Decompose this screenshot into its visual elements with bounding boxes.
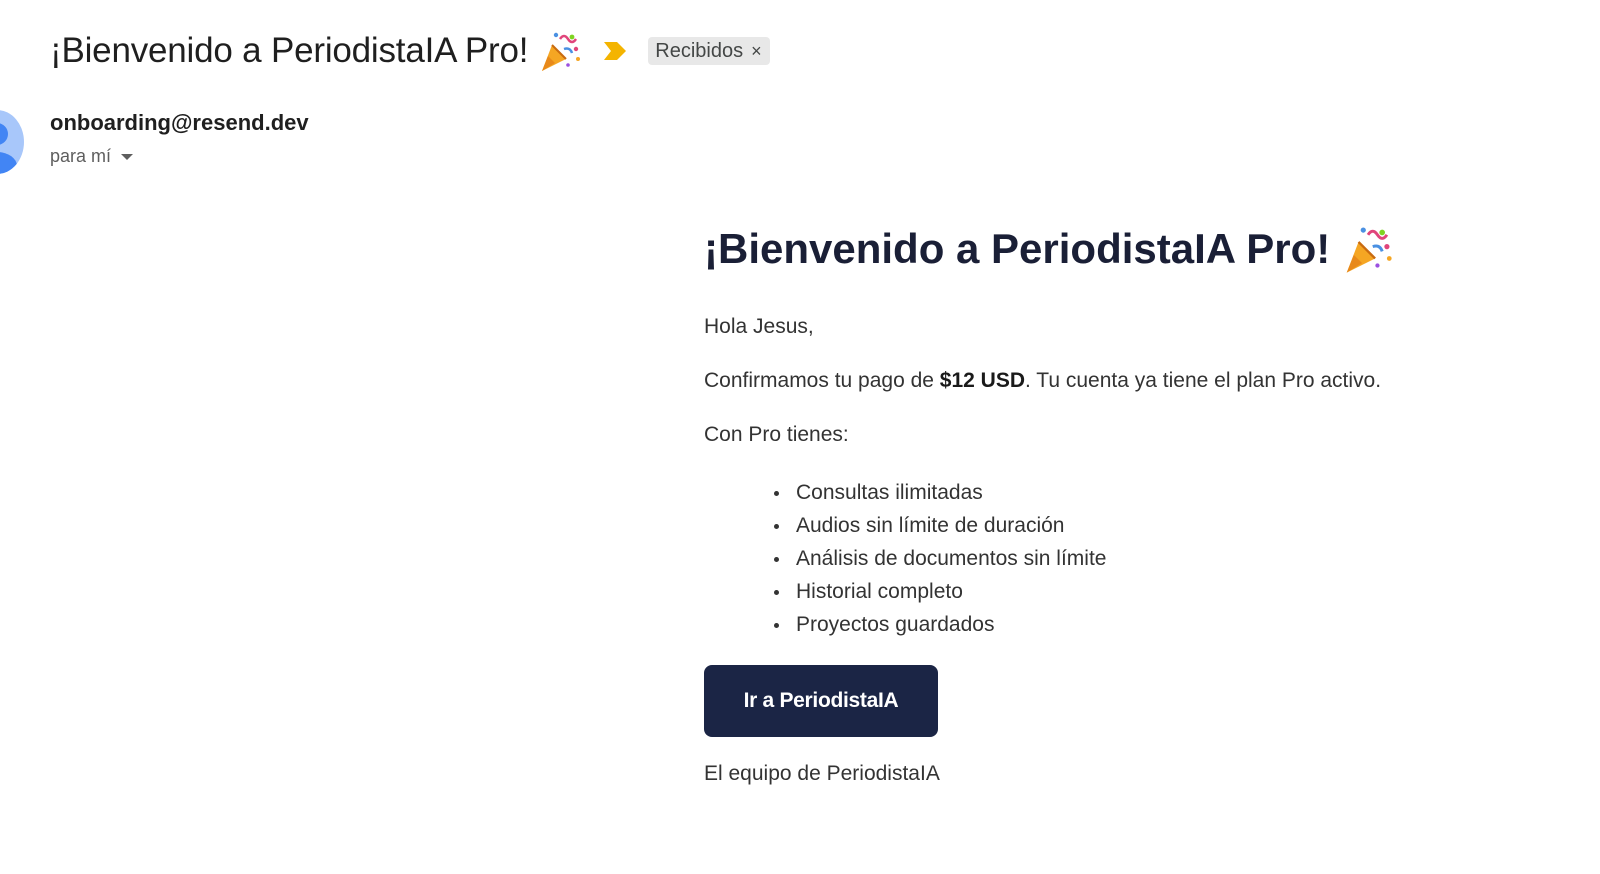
body-heading-text: ¡Bienvenido a PeriodistaIA Pro! <box>704 225 1331 272</box>
label-chip-text: Recibidos <box>655 39 744 62</box>
feature-item: Consultas ilimitadas <box>774 476 1504 509</box>
label-remove-button[interactable]: × <box>751 42 762 60</box>
payment-confirmation: Confirmamos tu pago de $12 USD. Tu cuent… <box>704 368 1504 394</box>
feature-item: Análisis de documentos sin límite <box>774 542 1504 575</box>
signoff-text: El equipo de PeriodistaIA <box>704 762 940 785</box>
feature-item: Proyectos guardados <box>774 608 1504 641</box>
email-view: ¡Bienvenido a PeriodistaIA Pro! Recibido… <box>0 0 1600 874</box>
importance-marker-icon[interactable] <box>604 42 627 60</box>
features-list: Consultas ilimitadas Audios sin límite d… <box>774 476 1504 641</box>
go-to-periodistaia-button[interactable]: Ir a PeriodistaIA <box>704 665 938 737</box>
caret-down-icon[interactable] <box>121 153 134 161</box>
sender-email[interactable]: onboarding@resend.dev <box>50 110 309 136</box>
person-avatar-icon <box>0 123 17 174</box>
recipient-text: para mí <box>50 146 112 166</box>
subject-row: ¡Bienvenido a PeriodistaIA Pro! Recibido… <box>50 24 770 78</box>
party-popper-icon <box>1346 227 1392 273</box>
confirm-suffix: . Tu cuenta ya tiene el plan Pro activo. <box>1025 369 1382 392</box>
greeting-text: Hola Jesus, <box>704 315 814 338</box>
recipient-details-toggle[interactable]: para mí <box>50 146 134 167</box>
label-chip-inbox: Recibidos × <box>648 37 770 65</box>
email-body: ¡Bienvenido a PeriodistaIA Pro! Hola Jes… <box>704 220 1504 787</box>
email-subject: ¡Bienvenido a PeriodistaIA Pro! <box>50 31 529 70</box>
party-popper-icon <box>542 32 581 71</box>
features-intro: Con Pro tienes: <box>704 423 849 446</box>
sender-avatar[interactable] <box>0 110 24 174</box>
feature-item: Historial completo <box>774 575 1504 608</box>
payment-amount: $12 USD <box>939 369 1026 392</box>
body-heading: ¡Bienvenido a PeriodistaIA Pro! <box>704 220 1504 278</box>
feature-item: Audios sin límite de duración <box>774 509 1504 542</box>
confirm-prefix: Confirmamos tu pago de <box>704 369 940 392</box>
